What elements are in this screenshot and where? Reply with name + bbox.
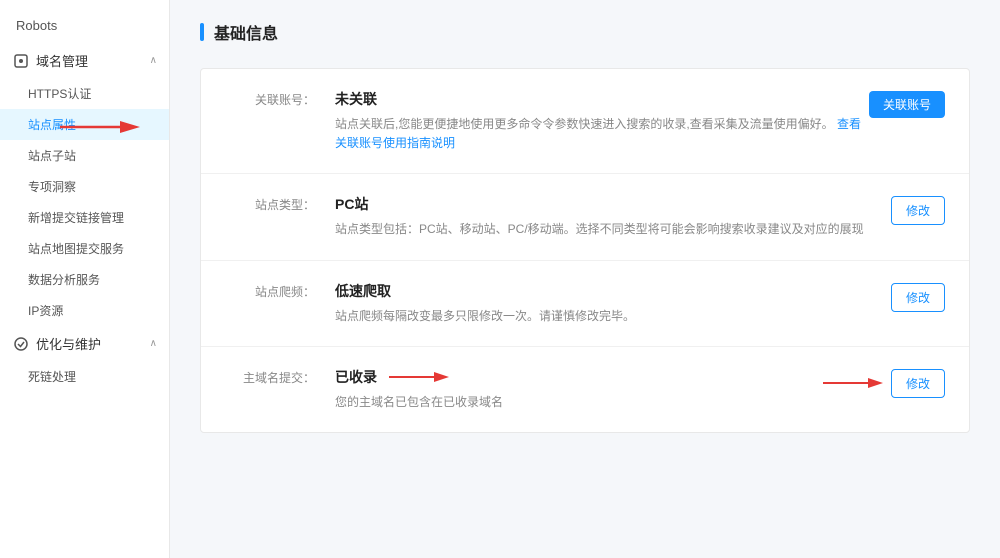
sidebar-item-https[interactable]: HTTPS认证 <box>0 78 169 109</box>
desc-association: 站点关联后,您能更便捷地使用更多命令令参数快速进入搜索的收录,查看采集及流量使用… <box>335 115 865 153</box>
action-indexed: 修改 <box>823 367 945 398</box>
desc-indexed: 您的主域名已包含在已收录域名 <box>335 393 823 412</box>
btn-modify-indexed[interactable]: 修改 <box>891 369 945 398</box>
desc-crawl-freq: 站点爬频每隔改变最多只限修改一次。请谨慎修改完毕。 <box>335 307 865 326</box>
red-arrow-indexed <box>389 367 449 387</box>
sidebar-item-seo[interactable]: 专项洞察 <box>0 171 169 202</box>
label-crawl-freq: 站点爬频： <box>225 281 315 300</box>
sidebar-group-optimize-label: 优化与维护 <box>36 334 101 353</box>
sidebar-group-domain[interactable]: 域名管理 ∧ <box>0 43 169 78</box>
label-association: 关联账号： <box>225 89 315 108</box>
sidebar-group-domain-label: 域名管理 <box>36 51 88 70</box>
content-crawl-freq: 低速爬取 站点爬频每隔改变最多只限修改一次。请谨慎修改完毕。 <box>335 281 865 326</box>
sidebar-group-optimize[interactable]: 优化与维护 ∧ <box>0 326 169 361</box>
sidebar-robots-label: Robots <box>16 18 57 33</box>
action-association: 关联账号 <box>865 89 945 118</box>
info-row-crawl-freq: 站点爬频： 低速爬取 站点爬频每隔改变最多只限修改一次。请谨慎修改完毕。 修改 <box>201 261 969 347</box>
sidebar-item-subsite[interactable]: 站点子站 <box>0 140 169 171</box>
desc-pc-site: 站点类型包括：PC站、移动站、PC/移动端。选择不同类型将可能会影响搜索收录建议… <box>335 220 865 239</box>
content-indexed: 已收录 您的主域名已包含在已收录域名 <box>335 367 823 412</box>
content-association: 未关联 站点关联后,您能更便捷地使用更多命令令参数快速进入搜索的收录,查看采集及… <box>335 89 865 153</box>
sidebar-item-site-map[interactable]: 站点地图提交服务 <box>0 233 169 264</box>
action-pc-site: 修改 <box>865 194 945 225</box>
shield-icon <box>12 52 30 70</box>
info-row-no-index: 关联账号： 未关联 站点关联后,您能更便捷地使用更多命令令参数快速进入搜索的收录… <box>201 69 969 174</box>
sidebar: Robots 域名管理 ∧ HTTPS认证 站点属性 站点子站 专项洞察 新增提… <box>0 0 170 558</box>
sidebar-item-site-attr[interactable]: 站点属性 <box>0 109 169 140</box>
sidebar-item-link-submit[interactable]: 新增提交链接管理 <box>0 202 169 233</box>
btn-modify-crawl-freq[interactable]: 修改 <box>891 283 945 312</box>
sidebar-item-data-analysis[interactable]: 数据分析服务 <box>0 264 169 295</box>
title-crawl-freq: 低速爬取 <box>335 281 865 301</box>
main-content: 基础信息 关联账号： 未关联 站点关联后,您能更便捷地使用更多命令令参数快速进入… <box>170 0 1000 558</box>
sidebar-item-robots[interactable]: Robots <box>0 8 169 43</box>
title-pc-site: PC站 <box>335 194 865 214</box>
sidebar-item-optimize[interactable]: 死链处理 <box>0 361 169 392</box>
btn-associate-account[interactable]: 关联账号 <box>869 91 945 118</box>
info-card: 关联账号： 未关联 站点关联后,您能更便捷地使用更多命令令参数快速进入搜索的收录… <box>200 68 970 433</box>
title-indexed: 已收录 <box>335 367 823 387</box>
red-arrow-modify <box>823 373 883 393</box>
info-row-pc-site: 站点类型： PC站 站点类型包括：PC站、移动站、PC/移动端。选择不同类型将可… <box>201 174 969 260</box>
btn-modify-pc-site[interactable]: 修改 <box>891 196 945 225</box>
action-crawl-freq: 修改 <box>865 281 945 312</box>
chevron-up-icon-2: ∧ <box>150 338 157 349</box>
sidebar-item-ip-resource[interactable]: IP资源 <box>0 295 169 326</box>
content-pc-site: PC站 站点类型包括：PC站、移动站、PC/移动端。选择不同类型将可能会影响搜索… <box>335 194 865 239</box>
optimize-icon <box>12 335 30 353</box>
label-main-domain: 主域名提交： <box>225 367 315 386</box>
section-title: 基础信息 <box>200 20 970 44</box>
chevron-up-icon: ∧ <box>150 55 157 66</box>
title-no-index: 未关联 <box>335 89 865 109</box>
label-site-type: 站点类型： <box>225 194 315 213</box>
info-row-indexed: 主域名提交： 已收录 您的主域名已包含在已收录域名 <box>201 347 969 432</box>
